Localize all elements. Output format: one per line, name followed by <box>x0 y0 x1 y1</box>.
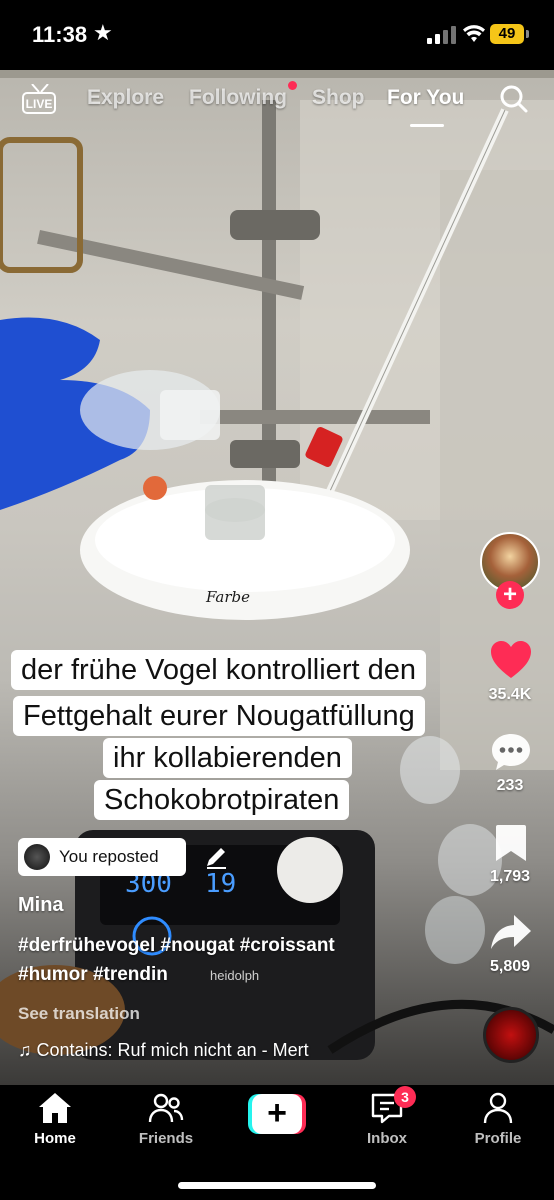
repost-avatar <box>24 844 50 870</box>
friends-icon <box>148 1093 184 1123</box>
plus-icon: + <box>252 1094 302 1134</box>
music-note-icon: ♫ <box>18 1040 37 1060</box>
nav-friends-label: Friends <box>138 1130 194 1147</box>
star-icon: ★ <box>93 20 113 45</box>
live-label: LIVE <box>25 97 53 111</box>
status-bar: 11:38 ★ 49 <box>0 0 554 70</box>
search-icon[interactable] <box>499 84 529 114</box>
nav-inbox[interactable]: Inbox <box>342 1090 432 1147</box>
sound-title: Contains: Ruf mich nicht an - Mert <box>36 1040 309 1060</box>
hotplate-display-right: 19 <box>205 869 236 899</box>
caption-line-3: ihr kollabierenden <box>103 738 352 778</box>
caption-line-4: Schokobrotpiraten <box>94 780 350 820</box>
active-tab-indicator <box>410 124 444 127</box>
nav-home-label: Home <box>34 1130 76 1147</box>
nav-profile[interactable]: Profile <box>453 1090 543 1147</box>
signal-icon <box>427 26 457 44</box>
tab-following[interactable]: Following <box>189 86 287 110</box>
tab-for-you[interactable]: For You <box>387 86 464 110</box>
live-button[interactable]: LIVE <box>22 84 58 116</box>
share-count: 5,809 <box>489 958 531 975</box>
bookmark-icon[interactable] <box>495 824 527 862</box>
inbox-badge: 3 <box>394 1086 416 1108</box>
following-notification-dot <box>288 81 297 90</box>
description-line-1[interactable]: #derfrühevogel #nougat #croissant <box>18 935 335 957</box>
repost-label: You reposted <box>59 847 159 866</box>
nav-inbox-label: Inbox <box>367 1130 407 1147</box>
tiktok-screen: Farbe 300 19 heidolph 11:38 ★ 49 LIVE Ex… <box>0 0 554 1200</box>
caption-line-2: Fettgehalt eurer Nougatfüllung <box>13 696 425 736</box>
share-icon[interactable] <box>490 914 532 952</box>
battery-tip <box>526 30 529 38</box>
sound-info[interactable]: ♫ Contains: Ruf mich nicht an - Mert <box>18 1040 309 1061</box>
edit-pencil-icon[interactable] <box>204 845 228 869</box>
home-icon <box>39 1093 71 1123</box>
follow-plus-button[interactable]: + <box>496 581 524 609</box>
author-name[interactable]: Mina <box>18 894 64 917</box>
repost-badge[interactable]: You reposted <box>18 838 186 876</box>
wifi-icon <box>463 25 485 42</box>
description-line-2[interactable]: #humor #trendin <box>18 964 168 986</box>
nav-friends[interactable]: Friends <box>121 1090 211 1147</box>
save-count: 1,793 <box>489 868 531 885</box>
caption-line-1: der frühe Vogel kontrolliert den <box>11 650 426 690</box>
create-button[interactable]: + <box>248 1094 306 1134</box>
status-time: 11:38 <box>32 22 88 47</box>
battery-indicator: 49 <box>490 24 524 44</box>
comment-icon[interactable] <box>490 732 532 772</box>
hotplate-brand: heidolph <box>210 968 259 983</box>
nav-home[interactable]: Home <box>10 1090 100 1147</box>
tab-shop[interactable]: Shop <box>312 86 365 110</box>
home-indicator <box>178 1182 376 1189</box>
nav-profile-label: Profile <box>474 1130 522 1147</box>
like-count: 35.4K <box>488 686 532 703</box>
see-translation-link[interactable]: See translation <box>18 1004 140 1024</box>
tab-explore[interactable]: Explore <box>87 86 164 110</box>
comment-count: 233 <box>496 777 524 794</box>
handwriting-label: Farbe <box>205 588 250 606</box>
sound-disc-icon[interactable] <box>483 1007 539 1063</box>
profile-icon <box>483 1092 513 1124</box>
video-player[interactable]: Farbe 300 19 heidolph <box>0 70 554 1085</box>
heart-icon[interactable] <box>490 640 532 680</box>
lab-scene-illustration: Farbe 300 19 heidolph <box>0 70 554 1060</box>
